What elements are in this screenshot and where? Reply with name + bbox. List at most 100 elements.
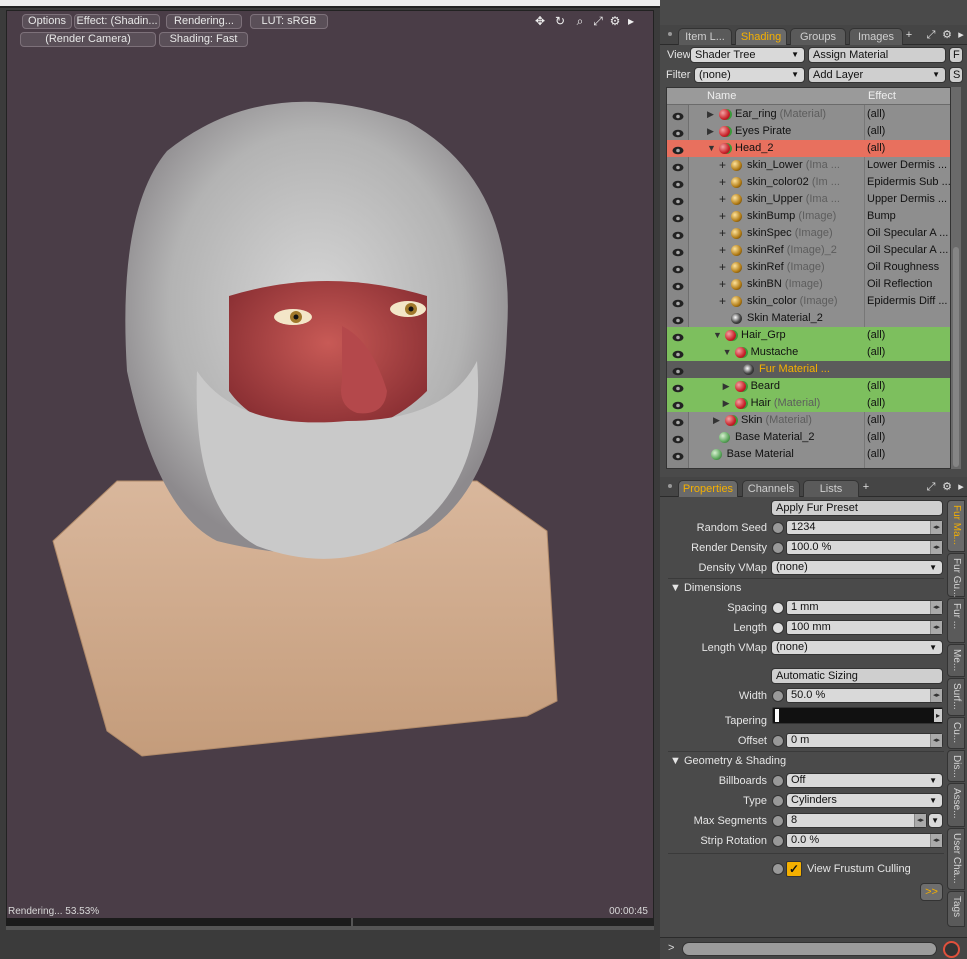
tapering-gradient[interactable]: ▸ (772, 707, 943, 724)
s-button[interactable]: S (949, 67, 963, 83)
expand-plus-icon[interactable]: + (719, 225, 726, 242)
side-tab-fur-guides[interactable]: Fur Gu... (947, 553, 965, 597)
eye-icon[interactable] (672, 178, 684, 189)
tab-images[interactable]: Images (849, 28, 903, 45)
tree-row[interactable]: ▶ Skin (Material) (all) (667, 412, 950, 429)
spinner-icon[interactable]: ◂▸ (930, 734, 942, 747)
side-tab-fur-material[interactable]: Fur Ma... (947, 500, 965, 552)
tree-item-effect[interactable]: (all) (867, 378, 950, 395)
dimensions-section-header[interactable]: ▼ Dimensions (670, 582, 741, 594)
offset-keyframe[interactable] (772, 735, 784, 747)
automatic-sizing-button[interactable]: Automatic Sizing (771, 668, 943, 684)
tree-item-effect[interactable]: Oil Specular A ... (867, 242, 950, 259)
length-keyframe[interactable] (772, 622, 784, 634)
random-seed-input[interactable]: 1234 ◂▸ (786, 520, 943, 535)
tree-item-effect[interactable]: Epidermis Sub ... (867, 174, 950, 191)
eye-icon[interactable] (672, 144, 684, 155)
tab-groups[interactable]: Groups (790, 28, 846, 45)
density-vmap-dropdown[interactable]: (none) ▼ (771, 560, 943, 575)
tree-item-effect[interactable]: (all) (867, 140, 950, 157)
render-density-keyframe[interactable] (772, 542, 784, 554)
tree-row[interactable]: Base Material (all) (667, 446, 950, 463)
offset-input[interactable]: 0 m ◂▸ (786, 733, 943, 748)
eye-icon[interactable] (672, 382, 684, 393)
options-button[interactable]: Options (22, 14, 72, 29)
render-viewport[interactable]: Options Effect: (Shadin... Rendering... … (6, 10, 654, 930)
expand-right-icon[interactable]: ▶ (723, 395, 730, 412)
tree-item-effect[interactable]: (all) (867, 429, 950, 446)
tree-row[interactable]: ▶ Beard (all) (667, 378, 950, 395)
tree-row[interactable]: + skinBump (Image) Bump (667, 208, 950, 225)
expand-plus-icon[interactable]: + (719, 208, 726, 225)
spinner-icon[interactable]: ◂▸ (930, 621, 942, 634)
expand-plus-icon[interactable]: + (719, 276, 726, 293)
view-dropdown[interactable]: Shader Tree ▼ (690, 47, 805, 63)
side-tab-mesh[interactable]: Me... (947, 644, 965, 677)
max-segments-preset-dropdown[interactable]: ▼ (928, 813, 943, 828)
strip-rotation-input[interactable]: 0.0 % ◂▸ (786, 833, 943, 848)
tree-row[interactable]: + skinRef (Image) Oil Roughness (667, 259, 950, 276)
tree-scrollbar[interactable] (951, 87, 961, 469)
spinner-icon[interactable]: ◂▸ (930, 689, 942, 702)
spinner-icon[interactable]: ◂▸ (930, 521, 942, 534)
expand-right-icon[interactable]: ▶ (723, 378, 730, 395)
spinner-icon[interactable]: ◂▸ (930, 541, 942, 554)
tab-item-list[interactable]: Item L... (678, 28, 732, 45)
camera-dropdown[interactable]: (Render Camera) (20, 32, 156, 47)
tree-item-effect[interactable]: Bump (867, 208, 950, 225)
eye-icon[interactable] (672, 127, 684, 138)
settings-icon[interactable]: ⚙ (941, 29, 953, 41)
tree-row[interactable]: Skin Material_2 (667, 310, 950, 327)
tree-row[interactable]: ▼ Hair_Grp (all) (667, 327, 950, 344)
side-tab-assembly[interactable]: Asse... (947, 783, 965, 827)
tree-row[interactable]: + skin_color (Image) Epidermis Diff ... (667, 293, 950, 310)
eye-icon[interactable] (672, 195, 684, 206)
side-tab-tags[interactable]: Tags (947, 891, 965, 927)
expand-plus-icon[interactable]: + (719, 293, 726, 310)
assign-material-button[interactable]: Assign Material (808, 47, 946, 63)
tree-item-effect[interactable]: (all) (867, 344, 950, 361)
tab-shading[interactable]: Shading (735, 28, 787, 45)
expand-down-icon[interactable]: ▼ (723, 344, 732, 361)
spacing-keyframe[interactable] (772, 602, 784, 614)
tree-item-effect[interactable]: Lower Dermis ... (867, 157, 950, 174)
spacing-input[interactable]: 1 mm ◂▸ (786, 600, 943, 615)
eye-icon[interactable] (672, 314, 684, 325)
grip-icon[interactable] (668, 484, 672, 488)
side-tab-surface[interactable]: Surf... (947, 678, 965, 716)
tree-item-effect[interactable]: (all) (867, 327, 950, 344)
expand-down-icon[interactable]: ▼ (707, 140, 716, 157)
effect-dropdown[interactable]: Effect: (Shadin... (74, 14, 160, 29)
rotate-icon[interactable]: ↻ (553, 14, 567, 28)
eye-icon[interactable] (672, 433, 684, 444)
panel-menu-icon[interactable]: ▸ (955, 481, 967, 493)
spinner-icon[interactable]: ◂▸ (914, 814, 926, 827)
expand-plus-icon[interactable]: + (719, 157, 726, 174)
tree-row[interactable]: Base Material_2 (all) (667, 429, 950, 446)
eye-icon[interactable] (672, 450, 684, 461)
strip-rotation-keyframe[interactable] (772, 835, 784, 847)
expand-plus-icon[interactable]: + (719, 259, 726, 276)
billboards-keyframe[interactable] (772, 775, 784, 787)
tree-item-effect[interactable]: (all) (867, 395, 950, 412)
eye-icon[interactable] (672, 331, 684, 342)
tab-properties[interactable]: Properties (678, 480, 738, 497)
move-icon[interactable]: ✥ (533, 14, 547, 28)
eye-icon[interactable] (672, 399, 684, 410)
apply-fur-preset-button[interactable]: Apply Fur Preset (771, 500, 943, 516)
column-name-header[interactable]: Name (707, 90, 736, 102)
eye-icon[interactable] (672, 280, 684, 291)
eye-icon[interactable] (672, 416, 684, 427)
play-icon[interactable]: ▸ (624, 14, 638, 28)
geometry-section-header[interactable]: ▼ Geometry & Shading (670, 755, 786, 767)
length-input[interactable]: 100 mm ◂▸ (786, 620, 943, 635)
settings-icon[interactable]: ⚙ (941, 481, 953, 493)
eye-icon[interactable] (672, 161, 684, 172)
tree-row[interactable]: + skin_Upper (Ima ... Upper Dermis ... (667, 191, 950, 208)
gradient-start-handle[interactable] (775, 709, 779, 722)
eye-icon[interactable] (672, 365, 684, 376)
random-seed-keyframe[interactable] (772, 522, 784, 534)
eye-icon[interactable] (672, 348, 684, 359)
eye-icon[interactable] (672, 212, 684, 223)
expand-right-icon[interactable]: ▶ (707, 123, 714, 140)
